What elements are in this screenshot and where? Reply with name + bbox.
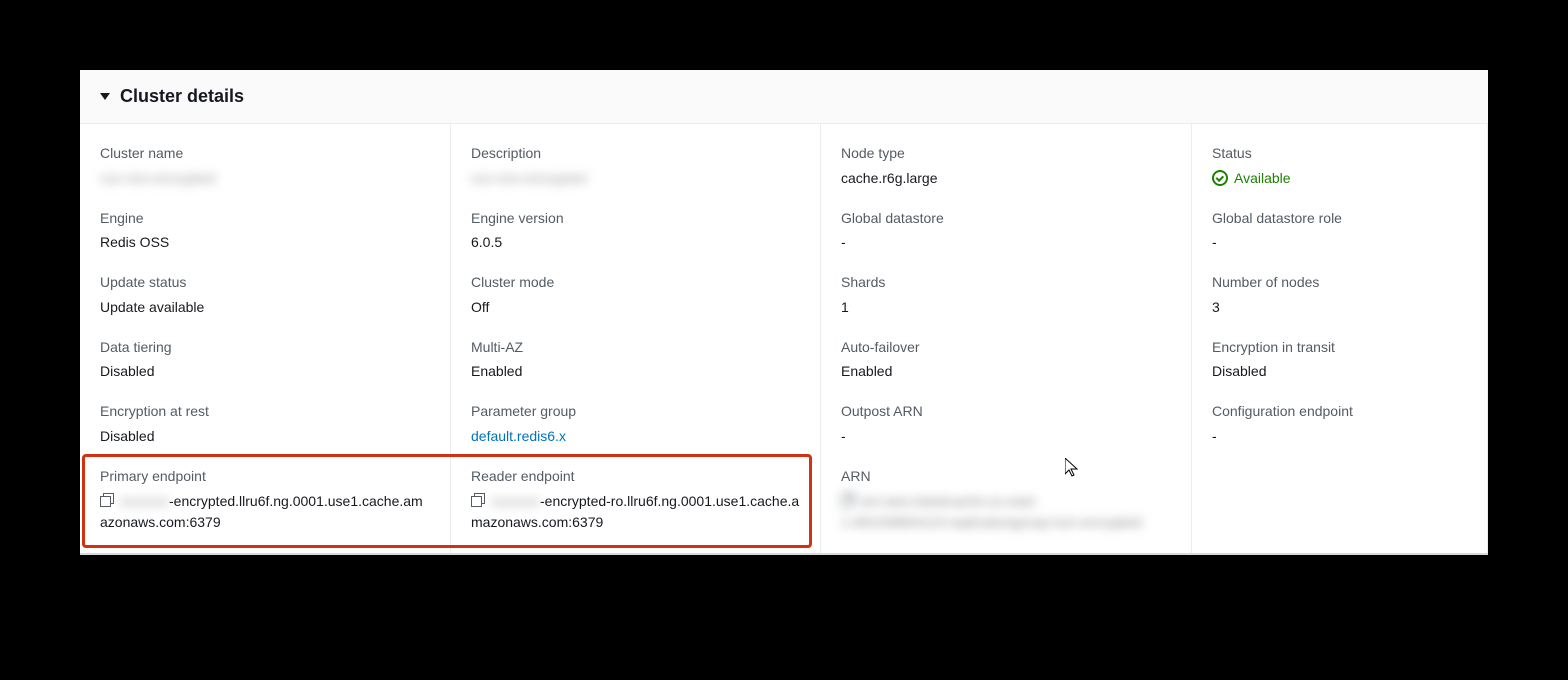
node-type-label: Node type xyxy=(841,144,1171,164)
panel-header[interactable]: Cluster details xyxy=(80,70,1488,124)
arn-label: ARN xyxy=(841,467,1171,487)
encryption-at-rest-value: Disabled xyxy=(100,426,430,447)
reader-endpoint-label: Reader endpoint xyxy=(471,467,800,487)
cluster-name-label: Cluster name xyxy=(100,144,430,164)
global-datastore-role-label: Global datastore role xyxy=(1212,209,1467,229)
update-status-label: Update status xyxy=(100,273,430,293)
outpost-arn-label: Outpost ARN xyxy=(841,402,1171,422)
engine-label: Engine xyxy=(100,209,430,229)
description-label: Description xyxy=(471,144,800,164)
check-circle-icon xyxy=(1212,170,1228,186)
copy-icon[interactable] xyxy=(471,493,485,507)
engine-version-value: 6.0.5 xyxy=(471,232,800,253)
engine-version-label: Engine version xyxy=(471,209,800,229)
details-col-4: Status Available Global datastore role -… xyxy=(1192,124,1488,553)
number-of-nodes-value: 3 xyxy=(1212,297,1467,318)
data-tiering-label: Data tiering xyxy=(100,338,430,358)
details-col-2: Description xxx-non-encrypted Engine ver… xyxy=(451,124,821,553)
caret-down-icon xyxy=(100,93,110,100)
details-grid: Cluster name xxx-non-encrypted Engine Re… xyxy=(80,124,1488,555)
status-label: Status xyxy=(1212,144,1467,164)
cluster-mode-value: Off xyxy=(471,297,800,318)
configuration-endpoint-value: - xyxy=(1212,426,1467,447)
description-value: xxx-non-encrypted xyxy=(471,168,800,189)
status-value: Available xyxy=(1212,168,1291,189)
primary-endpoint-label: Primary endpoint xyxy=(100,467,430,487)
global-datastore-label: Global datastore xyxy=(841,209,1171,229)
number-of-nodes-label: Number of nodes xyxy=(1212,273,1467,293)
outpost-arn-value: - xyxy=(841,426,1171,447)
cluster-name-value: xxx-non-encrypted xyxy=(100,168,430,189)
details-col-3: Node type cache.r6g.large Global datasto… xyxy=(821,124,1192,553)
update-status-value: Update available xyxy=(100,297,430,318)
parameter-group-value[interactable]: default.redis6.x xyxy=(471,426,800,447)
shards-label: Shards xyxy=(841,273,1171,293)
cluster-details-panel: Cluster details Cluster name xxx-non-enc… xyxy=(80,70,1488,555)
copy-icon[interactable] xyxy=(841,493,855,507)
details-col-1: Cluster name xxx-non-encrypted Engine Re… xyxy=(80,124,451,553)
global-datastore-role-value: - xyxy=(1212,232,1467,253)
copy-icon[interactable] xyxy=(100,493,114,507)
shards-value: 1 xyxy=(841,297,1171,318)
reader-endpoint-value: xxxxxxx-encrypted-ro.llru6f.ng.0001.use1… xyxy=(471,491,800,533)
auto-failover-value: Enabled xyxy=(841,361,1171,382)
arn-value: arn:aws:elasticache:us-east-1:4810368041… xyxy=(841,491,1171,533)
parameter-group-label: Parameter group xyxy=(471,402,800,422)
engine-value: Redis OSS xyxy=(100,232,430,253)
global-datastore-value: - xyxy=(841,232,1171,253)
multi-az-value: Enabled xyxy=(471,361,800,382)
node-type-value: cache.r6g.large xyxy=(841,168,1171,189)
multi-az-label: Multi-AZ xyxy=(471,338,800,358)
panel-title: Cluster details xyxy=(120,86,244,107)
encryption-in-transit-value: Disabled xyxy=(1212,361,1467,382)
data-tiering-value: Disabled xyxy=(100,361,430,382)
configuration-endpoint-label: Configuration endpoint xyxy=(1212,402,1467,422)
cluster-mode-label: Cluster mode xyxy=(471,273,800,293)
encryption-in-transit-label: Encryption in transit xyxy=(1212,338,1467,358)
primary-endpoint-value: xxxxxxx-encrypted.llru6f.ng.0001.use1.ca… xyxy=(100,491,430,533)
auto-failover-label: Auto-failover xyxy=(841,338,1171,358)
encryption-at-rest-label: Encryption at rest xyxy=(100,402,430,422)
